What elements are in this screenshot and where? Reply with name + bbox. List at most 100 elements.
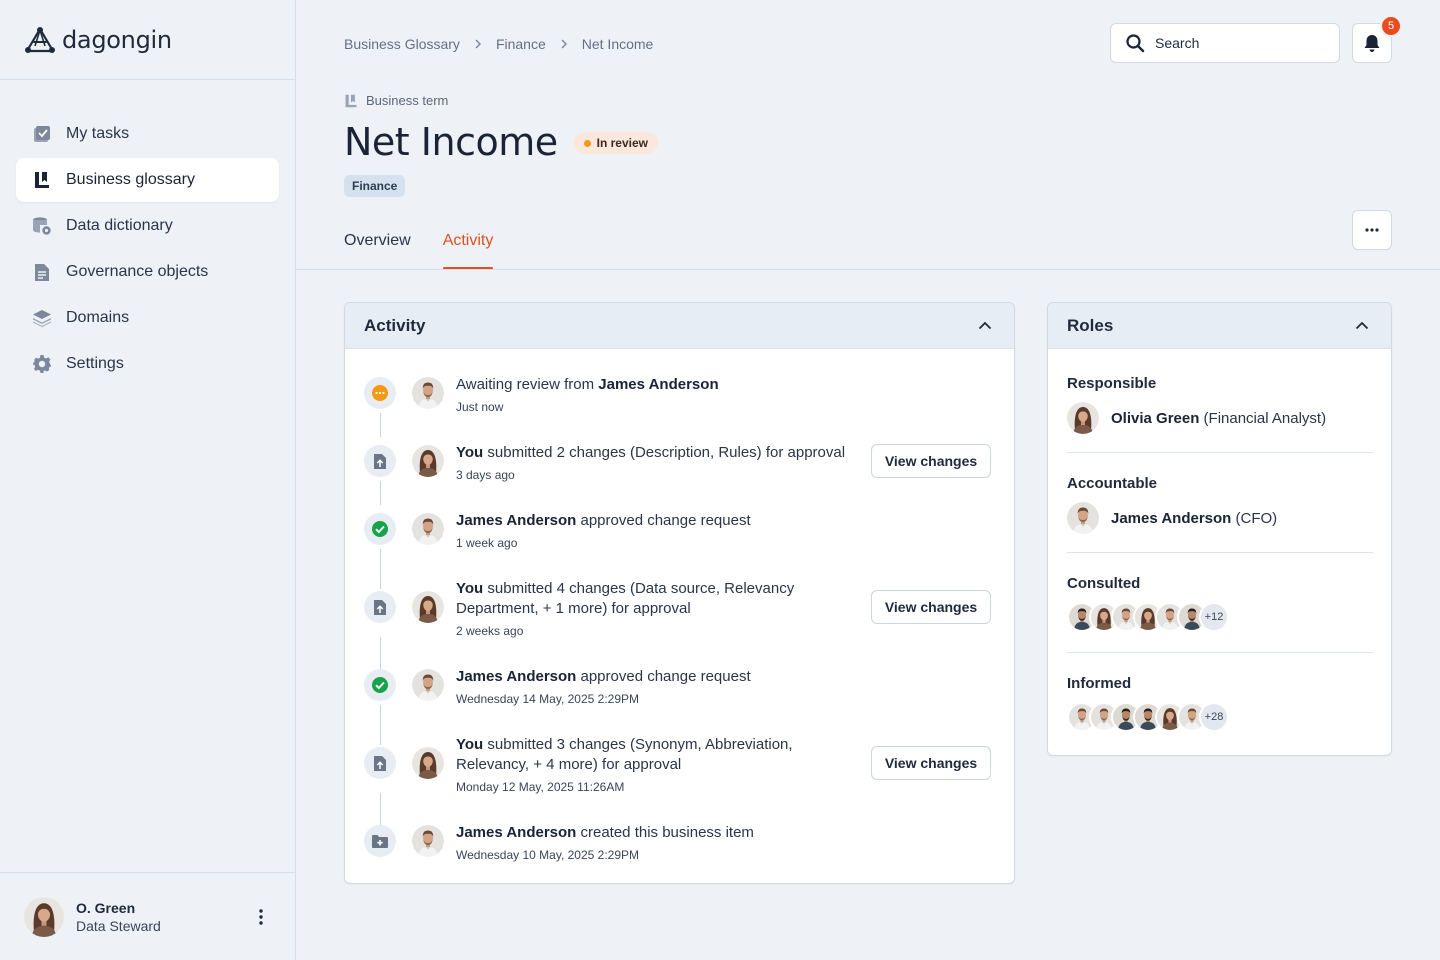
divider [1067,552,1373,553]
roles-panel-title: Roles [1067,315,1114,335]
logo-icon [25,26,55,53]
timeline-connector [380,413,381,437]
more-horizontal-icon [1365,228,1379,232]
activity-text-suffix: submitted 3 changes (Synonym, Abbreviati… [456,736,793,773]
more-options-button[interactable] [1352,210,1392,250]
activity-text: You submitted 3 changes (Synonym, Abbrev… [456,735,816,795]
document-upload-icon [364,747,396,779]
breadcrumb-item[interactable]: Finance [496,36,546,52]
breadcrumb-item[interactable]: Business Glossary [344,36,460,52]
view-changes-button[interactable]: View changes [871,444,991,478]
timeline-connector [380,793,381,825]
book-icon [345,94,357,107]
user-profile[interactable]: O. Green Data Steward [0,872,295,960]
activity-timestamp: Just now [456,400,504,414]
sidebar-item-label: Governance objects [66,263,209,280]
sidebar-item-domains[interactable]: Domains [16,296,279,340]
more-avatars-count[interactable]: +12 [1199,602,1229,632]
activity-text: You submitted 2 changes (Description, Ru… [456,443,856,483]
role-accountable: Accountable James Anderson (CFO) [1067,475,1373,534]
domain-tag[interactable]: Finance [344,175,406,197]
activity-text: James Anderson created this business ite… [456,823,856,863]
activity-text-suffix: approved change request [576,668,751,685]
role-person-title: (CFO) [1231,509,1278,527]
activity-actor: You [456,736,484,753]
activity-text-suffix: created this business item [576,824,754,841]
divider [1067,652,1373,653]
role-person[interactable]: James Anderson (CFO) [1067,502,1373,534]
search-input[interactable] [1155,35,1315,51]
avatar [412,669,444,701]
search-box[interactable] [1110,23,1340,63]
activity-text: James Anderson approved change request 1… [456,511,856,551]
activity-actor: James Anderson [598,376,719,393]
activity-actor: You [456,580,484,597]
approved-icon [364,513,396,545]
kebab-icon [259,908,263,925]
sidebar: dagongin My tasks Business glossary Data… [0,0,296,960]
avatar [412,377,444,409]
sidebar-item-governance-objects[interactable]: Governance objects [16,250,279,294]
document-upload-icon [364,591,396,623]
sidebar-item-label: My tasks [66,125,130,142]
approved-icon [364,669,396,701]
tasks-icon [32,124,52,144]
breadcrumb-item-current: Net Income [581,36,654,52]
sidebar-item-label: Domains [66,309,130,326]
notification-count-badge: 5 [1380,15,1402,37]
activity-text: You submitted 4 changes (Data source, Re… [456,579,816,639]
avatar-stack[interactable]: +12 [1067,602,1373,632]
role-person[interactable]: Olivia Green (Financial Analyst) [1067,402,1373,434]
layers-icon [32,308,52,328]
sidebar-item-data-dictionary[interactable]: Data dictionary [16,204,279,248]
tab-overview[interactable]: Overview [344,222,411,270]
activity-text-suffix: submitted 4 changes (Data source, Releva… [456,580,795,617]
chevron-up-icon[interactable] [976,317,994,335]
chevron-right-icon [560,36,568,52]
avatar [1067,402,1099,434]
roles-panel-header[interactable]: Roles [1048,303,1391,349]
avatar-stack[interactable]: +28 [1067,702,1373,732]
sidebar-item-my-tasks[interactable]: My tasks [16,112,279,156]
status-dot-icon [583,139,591,147]
avatar [412,513,444,545]
user-menu-button[interactable] [251,905,271,929]
tabs-divider [296,269,1440,270]
view-changes-button[interactable]: View changes [871,746,991,780]
roles-panel: Roles Responsible Olivia Green (Financia… [1047,302,1392,756]
activity-timestamp: Wednesday 10 May, 2025 2:29PM [456,848,639,862]
view-changes-button[interactable]: View changes [871,590,991,624]
activity-timestamp: 2 weeks ago [456,624,524,638]
tabs: Overview Activity [344,222,493,270]
logo[interactable]: dagongin [0,0,295,80]
document-upload-icon [364,445,396,477]
avatar [412,825,444,857]
sidebar-item-settings[interactable]: Settings [16,342,279,386]
database-icon [32,216,52,236]
activity-panel: Activity Awaiting review from James Ande… [344,302,1015,884]
page-title: Net Income [344,120,558,164]
role-label: Accountable [1067,475,1158,492]
activity-panel-header[interactable]: Activity [345,303,1014,349]
activity-text-suffix: approved change request [576,512,751,529]
timeline-connector [380,637,381,669]
role-person-text: Olivia Green (Financial Analyst) [1111,410,1326,427]
role-consulted: Consulted +12 [1067,575,1373,632]
bell-icon [1364,34,1380,52]
more-avatars-count[interactable]: +28 [1199,702,1229,732]
activity-timestamp: Wednesday 14 May, 2025 2:29PM [456,692,639,706]
search-icon [1126,34,1145,53]
folder-add-icon [364,825,396,857]
status-label: In review [596,136,648,150]
tab-activity[interactable]: Activity [442,222,493,270]
activity-text: James Anderson approved change request W… [456,667,856,707]
timeline-connector [380,705,381,745]
chevron-up-icon[interactable] [1353,317,1371,335]
sidebar-item-business-glossary[interactable]: Business glossary [16,158,279,202]
role-label: Responsible [1067,375,1157,392]
user-info: O. Green Data Steward [76,900,251,934]
sidebar-item-label: Settings [66,355,124,372]
role-person-name: James Anderson [1111,509,1232,527]
activity-actor: James Anderson [456,512,577,529]
activity-timestamp: 1 week ago [456,536,518,550]
